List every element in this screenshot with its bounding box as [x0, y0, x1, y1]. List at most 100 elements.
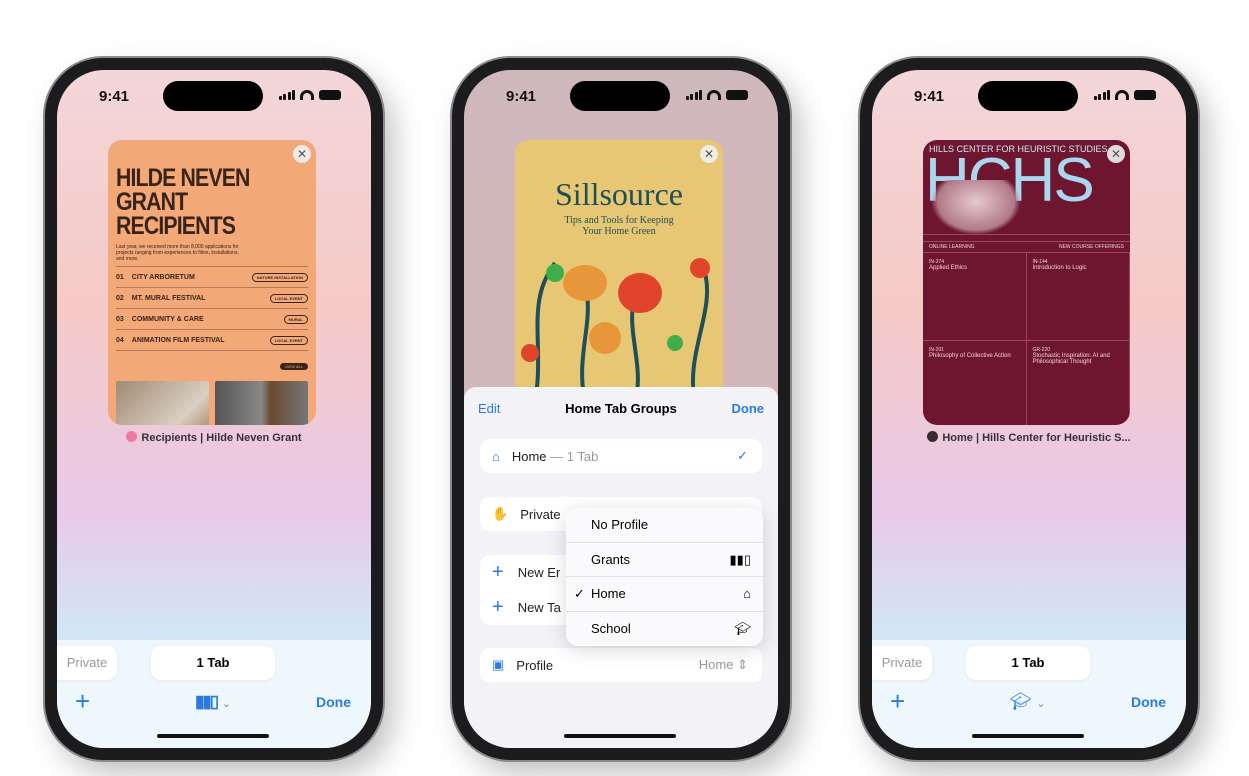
list-item: 04 ANIMATION FILM FESTIVAL LOCAL EVENT	[116, 329, 308, 350]
books-icon: ▮▮▯	[729, 551, 751, 567]
course-item: IN-144 Introduction to Logic	[1026, 253, 1130, 341]
tab-caption: Recipients | Hilde Neven Grant	[57, 431, 371, 444]
house-icon: ⌂	[743, 586, 751, 601]
dynamic-island	[163, 81, 263, 111]
done-button[interactable]: Done	[732, 401, 765, 416]
course-name: Applied Ethics	[929, 265, 968, 271]
graduation-cap-icon: 🎓︎	[1010, 692, 1032, 711]
section-left: ONLINE LEARNING	[929, 244, 975, 250]
home-indicator	[972, 734, 1084, 738]
tab-group-private[interactable]: Private	[872, 646, 932, 680]
books-icon: ▮▮▯	[195, 692, 219, 711]
course-item: GR-220 Stochastic Inspiration: AI and Phi…	[1027, 341, 1130, 425]
course-item: IN-374 Applied Ethics	[923, 253, 1027, 341]
item-name: COMMUNITY & CARE	[131, 315, 204, 323]
menu-item-home[interactable]: ✓ Home ⌂	[566, 577, 763, 612]
page-headline: HILDE NEVEN GRANT RECIPIENTS	[116, 164, 250, 240]
item-name: ANIMATION FILM FESTIVAL	[131, 336, 225, 344]
item-num: 03	[116, 315, 124, 323]
plus-icon: +	[492, 561, 504, 583]
screen: 9:41 HILLS CENTER FOR HEURISTIC STUDIES …	[872, 70, 1186, 748]
menu-item-no-profile[interactable]: No Profile	[566, 508, 763, 543]
checkmark-icon: ✓	[737, 448, 748, 463]
row-label: New Ta	[517, 600, 561, 615]
item-num: 04	[116, 336, 124, 344]
course-name: Stochastic Inspiration: AI and Philosoph…	[1032, 353, 1110, 365]
status-time: 9:41	[914, 88, 945, 105]
list-item: 03 COMMUNITY & CARE MURAL	[116, 308, 308, 329]
item-name: MT. MURAL FESTIVAL	[131, 294, 206, 302]
tab-toolbar: Private 1 Tab + ▮▮▯ ⌄ Done	[57, 640, 371, 748]
view-all-button: VIEW ALL	[279, 363, 308, 370]
page-subtitle: Tips and Tools for Keeping Your Home Gre…	[564, 215, 674, 237]
item-name: CITY ARBORETUM	[131, 273, 195, 281]
wifi-icon	[1115, 90, 1129, 100]
photo-sculpture	[116, 381, 209, 425]
tab-caption: Home | Hills Center for Heuristic S...	[872, 431, 1186, 444]
house-icon: ⌂	[492, 448, 500, 464]
page-headline: Sillsource	[555, 176, 683, 212]
battery-icon	[1134, 90, 1156, 100]
tab-toolbar: Private 1 Tab + 🎓︎ ⌄ Done	[872, 640, 1186, 748]
tab-group-current[interactable]: 1 Tab	[151, 646, 275, 680]
list-item: 01 CITY ARBORETUM NATURE INSTALLATION	[116, 266, 308, 287]
close-tab-icon[interactable]: ✕	[1107, 145, 1125, 163]
item-tag: LOCAL EVENT	[269, 293, 308, 303]
close-tab-icon[interactable]: ✕	[293, 145, 311, 163]
tab-card[interactable]: HILDE NEVEN GRANT RECIPIENTS Last year, …	[108, 140, 316, 425]
wifi-icon	[707, 90, 721, 100]
tab-group-home[interactable]: ⌂ Home — 1 Tab ✓	[480, 439, 762, 473]
site-nav	[923, 234, 1130, 242]
dynamic-island	[570, 81, 670, 111]
favicon-icon	[126, 431, 138, 442]
tab-caption-text: Home | Hills Center for Heuristic S...	[942, 432, 1131, 444]
status-icons	[685, 90, 748, 100]
new-tab-button[interactable]: +	[890, 686, 905, 717]
done-button[interactable]: Done	[316, 694, 351, 710]
profile-value: Home ⇕	[699, 657, 748, 673]
group-count: — 1 Tab	[550, 448, 599, 464]
signal-icon	[685, 90, 702, 100]
battery-icon	[319, 90, 341, 100]
menu-label: No Profile	[591, 517, 649, 532]
menu-label: School	[591, 620, 631, 636]
list-item: 02 MT. MURAL FESTIVAL LOCAL EVENT	[116, 287, 308, 308]
tab-caption-text: Recipients | Hilde Neven Grant	[141, 432, 302, 444]
row-label: Profile	[516, 657, 554, 673]
tab-card[interactable]: HILLS CENTER FOR HEURISTIC STUDIES HCHS …	[923, 140, 1130, 425]
menu-item-school[interactable]: School 🎓︎	[566, 612, 763, 647]
phone-left: 9:41 HILDE NEVEN GRANT RECIPIENTS Last y…	[45, 58, 383, 760]
section-right: NEW COURSE OFFERINGS	[1058, 244, 1124, 250]
chevron-down-icon: ⌄	[1036, 698, 1046, 710]
menu-item-grants[interactable]: Grants ▮▮▯	[566, 543, 763, 577]
menu-label: Grants	[591, 551, 631, 567]
home-indicator	[564, 734, 676, 738]
hand-icon: ✋	[492, 506, 509, 521]
item-num: 01	[116, 273, 124, 281]
screen: 9:41 Sillsource Tips and Tools for Keepi…	[464, 70, 778, 748]
plus-icon: +	[492, 596, 504, 618]
home-indicator	[157, 734, 269, 738]
profile-row[interactable]: ▣ Profile Home ⇕	[480, 648, 762, 682]
profile-menu-button[interactable]: ▮▮▯ ⌄	[195, 692, 231, 712]
item-tag: NATURE INSTALLATION	[251, 272, 308, 282]
battery-icon	[726, 90, 748, 100]
photo-alley	[215, 381, 308, 425]
course-name: Philosophy of Collective Action	[929, 353, 1011, 359]
new-tab-button[interactable]: +	[75, 686, 90, 717]
course-name: Introduction to Logic	[1032, 265, 1087, 271]
chevron-updown-icon: ⇕	[737, 657, 748, 672]
close-tab-icon[interactable]: ✕	[700, 145, 718, 163]
profile-menu-button[interactable]: 🎓︎ ⌄	[1010, 692, 1046, 712]
tab-card[interactable]: Sillsource Tips and Tools for Keeping Yo…	[515, 140, 723, 400]
profile-menu: No Profile Grants ▮▮▯ ✓ Home ⌂ School 🎓︎	[566, 508, 763, 646]
chevron-down-icon: ⌄	[221, 698, 232, 710]
course-item: IN-201 Philosophy of Collective Action	[923, 341, 1027, 425]
group-label: Home	[511, 448, 547, 464]
dynamic-island	[978, 81, 1078, 111]
tab-group-current[interactable]: 1 Tab	[966, 646, 1090, 680]
status-time: 9:41	[506, 88, 537, 105]
done-button[interactable]: Done	[1131, 694, 1166, 710]
signal-icon	[1093, 90, 1110, 100]
tab-group-private[interactable]: Private	[57, 646, 117, 680]
